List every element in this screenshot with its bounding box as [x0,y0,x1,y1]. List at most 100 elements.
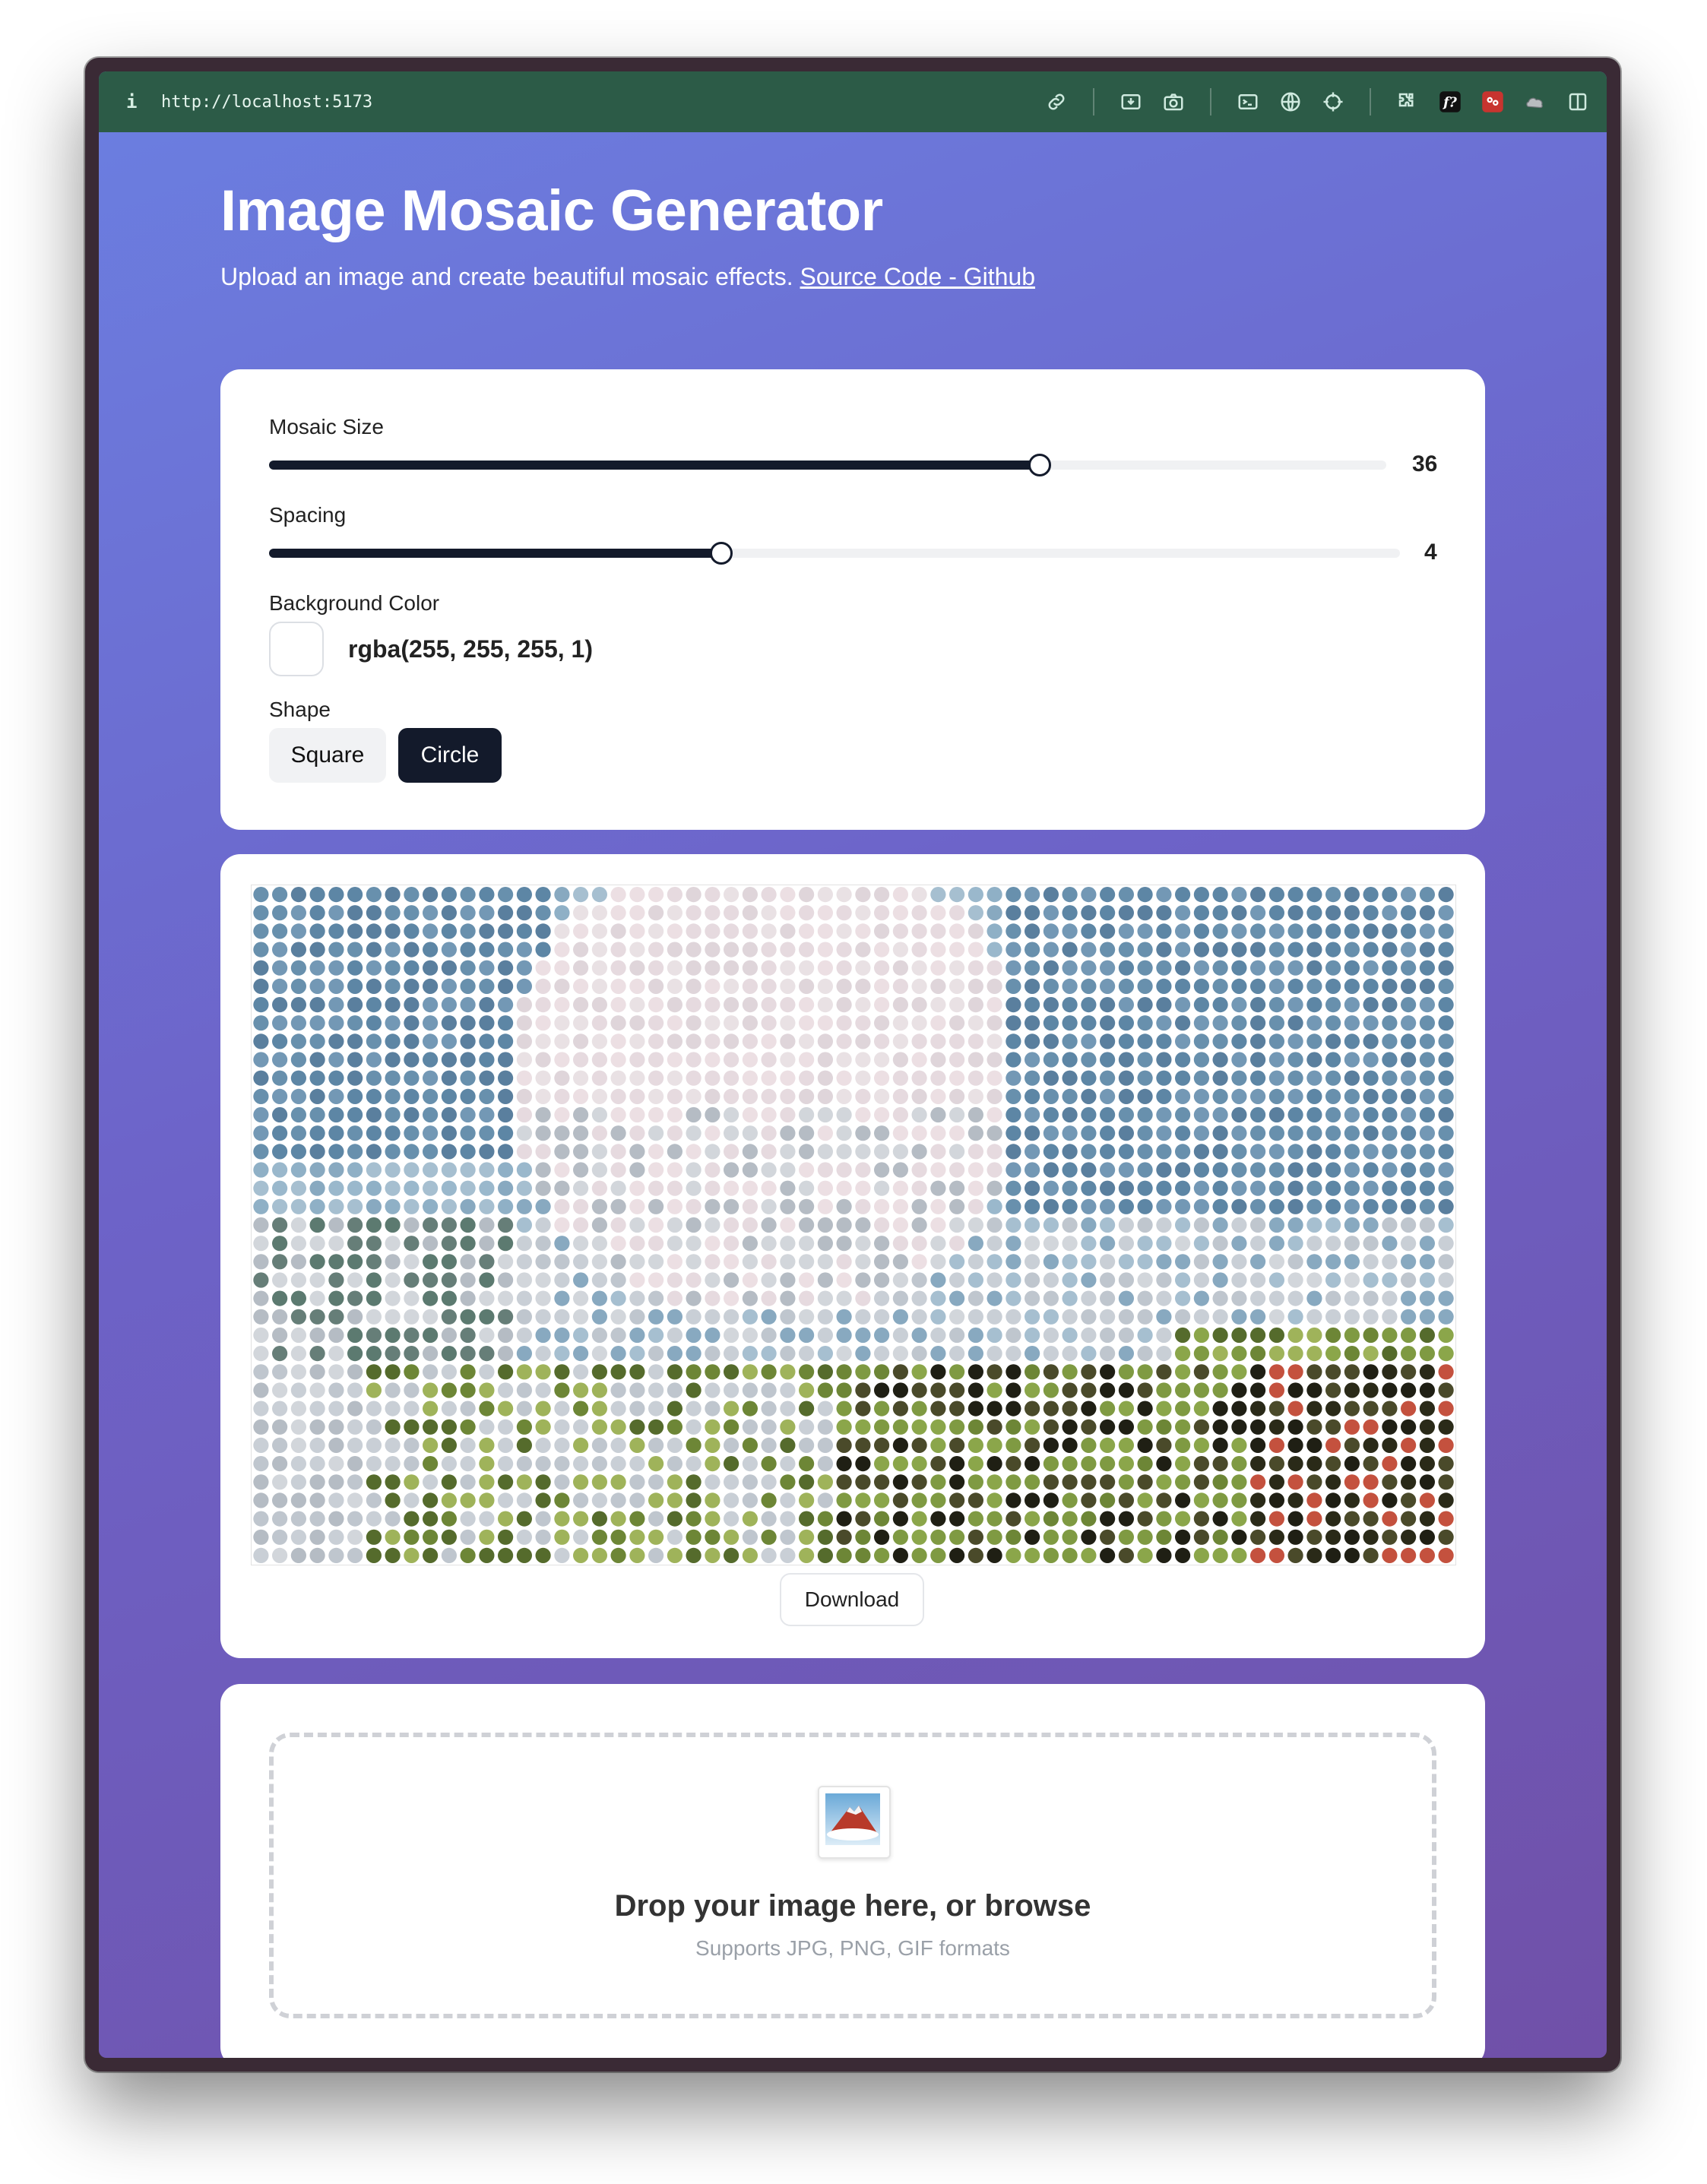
mosaic-cell [949,942,965,957]
mosaic-cell [1306,1125,1322,1141]
function-icon[interactable]: f? [1433,85,1467,119]
mosaic-cell [1081,1474,1097,1490]
mosaic-cell [724,1327,739,1344]
mosaic-cell [892,1382,908,1398]
mosaic-cell [1006,1033,1021,1049]
mosaic-cell [836,1346,852,1362]
mosaic-cell [290,1547,306,1563]
mosaic-cell [1438,1236,1454,1252]
mosaic-cell [498,997,514,1013]
mosaic-cell [1212,1401,1228,1416]
mosaic-cell [498,1474,514,1490]
mosaic-cell [1363,1492,1379,1508]
mosaic-size-slider-thumb[interactable] [1028,454,1052,476]
mosaic-cell [1268,1162,1284,1178]
mosaic-cell [272,1236,288,1252]
mosaic-cell [404,1106,420,1123]
url-bar[interactable]: http://localhost:5173 [161,93,372,112]
mosaic-cell [479,1033,495,1049]
shape-square-button[interactable]: Square [269,728,386,783]
mosaic-cell [441,1070,457,1086]
mosaic-cell [328,1290,344,1306]
download-button[interactable]: Download [780,1573,924,1626]
mosaic-cell [1363,978,1379,994]
mosaic-cell [892,1125,908,1141]
globe-icon[interactable] [1274,85,1307,119]
mosaic-cell [1043,1180,1059,1196]
mosaic-cell [1137,1217,1153,1233]
link-icon[interactable] [1040,85,1073,119]
mosaic-cell [309,1217,325,1233]
mosaic-size-slider[interactable] [269,454,1386,476]
mosaic-cell [1438,1088,1454,1104]
mosaic-cell [253,1106,269,1123]
mosaic-cell [855,1474,871,1490]
mosaic-cell [554,1327,570,1344]
mosaic-cell [1419,905,1435,921]
mosaic-cell [610,923,626,939]
mosaic-cell [1212,1033,1228,1049]
mosaic-cell [855,887,871,903]
mosaic-cell [309,1437,325,1453]
mosaic-cell [930,1162,946,1178]
shape-circle-button[interactable]: Circle [398,728,502,783]
puzzle-icon[interactable] [1391,85,1424,119]
mosaic-cell [404,1272,420,1288]
mosaic-cell [705,1456,720,1472]
crosshair-icon[interactable] [1316,85,1350,119]
mosaic-cell [1250,1162,1266,1178]
mosaic-cell [1118,1309,1134,1325]
mosaic-cell [347,1456,363,1472]
mosaic-cell [761,960,777,976]
mosaic-cell [648,1217,664,1233]
mosaic-cell [968,997,983,1013]
mosaic-cell [1043,1346,1059,1362]
mosaic-cell [799,1070,815,1086]
info-icon[interactable]: i [126,91,141,112]
mosaic-cell [724,1309,739,1325]
mosaic-cell [498,1346,514,1362]
mosaic-cell [1081,997,1097,1013]
mosaic-cell [591,1290,607,1306]
mosaic-cell [968,1511,983,1527]
terminal-icon[interactable] [1231,85,1265,119]
sidebar-icon[interactable] [1561,85,1595,119]
mosaic-cell [836,1162,852,1178]
spacing-slider-thumb[interactable] [710,542,733,565]
mosaic-cell [911,1327,927,1344]
mosaic-cell [1438,1309,1454,1325]
mosaic-cell [423,1106,439,1123]
cloud-icon[interactable] [1519,85,1552,119]
image-dropzone[interactable]: Drop your image here, or browse Supports… [269,1733,1436,2018]
mosaic-cell [799,1290,815,1306]
mosaic-cell [423,1290,439,1306]
mosaic-cell [309,1015,325,1031]
mosaic-cell [1325,960,1341,976]
mosaic-cell [949,960,965,976]
mosaic-cell [309,1382,325,1398]
mosaic-cell [423,1346,439,1362]
camera-icon[interactable] [1157,85,1190,119]
mosaic-cell [1137,942,1153,957]
mosaic-cell [799,905,815,921]
mosaic-cell [1118,1492,1134,1508]
mosaic-cell [724,1033,739,1049]
mosaic-cell [705,1511,720,1527]
mosaic-cell [1081,1382,1097,1398]
mosaic-cell [742,1144,758,1160]
extension-icon[interactable] [1476,85,1509,119]
mosaic-cell [629,1346,645,1362]
mosaic-cell [930,1529,946,1545]
mosaic-cell [648,1180,664,1196]
download-screenshot-icon[interactable] [1114,85,1148,119]
mosaic-cell [460,1290,476,1306]
mosaic-cell [1419,1070,1435,1086]
mosaic-cell [1382,1382,1398,1398]
background-color-swatch[interactable] [269,622,324,676]
spacing-slider[interactable] [269,542,1400,565]
mosaic-cell [1250,978,1266,994]
source-code-link[interactable]: Source Code - Github [800,263,1036,290]
mosaic-cell [1231,1106,1247,1123]
mosaic-cell [1212,1254,1228,1270]
mosaic-cell [610,1052,626,1068]
